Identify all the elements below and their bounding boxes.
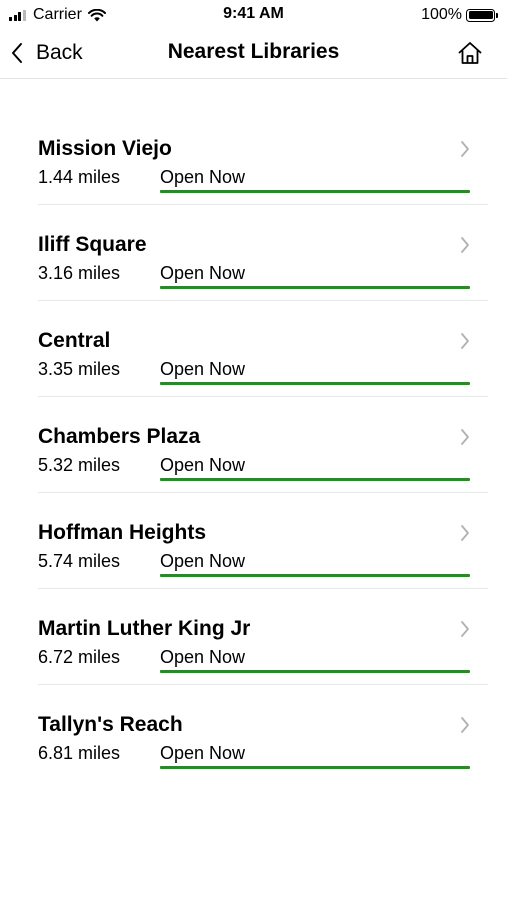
status-right: 100% <box>421 5 498 25</box>
open-status: Open Now <box>160 455 246 475</box>
library-distance: 1.44 miles <box>38 167 121 187</box>
open-status: Open Now <box>160 167 246 187</box>
open-status-underline <box>160 382 470 385</box>
open-status: Open Now <box>160 743 246 763</box>
chevron-right-icon <box>461 237 469 253</box>
list-item[interactable]: Martin Luther King Jr 6.72 miles Open No… <box>38 589 488 685</box>
library-name: Chambers Plaza <box>38 425 201 448</box>
chevron-right-icon <box>461 525 469 541</box>
library-distance: 6.81 miles <box>38 743 121 763</box>
library-distance: 3.16 miles <box>38 263 121 283</box>
open-status-underline <box>160 286 470 289</box>
open-status-underline <box>160 670 470 673</box>
list-item[interactable]: Central 3.35 miles Open Now <box>38 301 488 397</box>
library-distance: 5.74 miles <box>38 551 121 571</box>
chevron-right-icon <box>461 333 469 349</box>
open-status-underline <box>160 478 470 481</box>
library-name: Hoffman Heights <box>38 521 206 544</box>
open-status-underline <box>160 190 470 193</box>
app-screen: Carrier 9:41 AM 100% Back Nearest Librar… <box>0 0 507 900</box>
open-status: Open Now <box>160 551 246 571</box>
open-status: Open Now <box>160 359 246 379</box>
page-title: Nearest Libraries <box>167 40 340 63</box>
list-item[interactable]: Tallyn's Reach 6.81 miles Open Now <box>38 685 488 781</box>
open-status: Open Now <box>160 263 246 283</box>
list-item[interactable]: Iliff Square 3.16 miles Open Now <box>38 205 488 301</box>
library-name: Central <box>38 329 111 352</box>
chevron-right-icon <box>461 429 469 445</box>
chevron-right-icon <box>461 141 469 157</box>
library-list: Mission Viejo 1.44 miles Open Now Iliff … <box>0 109 507 781</box>
open-status: Open Now <box>160 647 246 667</box>
status-bar: Carrier 9:41 AM 100% <box>0 0 507 30</box>
library-distance: 6.72 miles <box>38 647 121 667</box>
list-item[interactable]: Hoffman Heights 5.74 miles Open Now <box>38 493 488 589</box>
open-status-underline <box>160 574 470 577</box>
library-distance: 3.35 miles <box>38 359 121 379</box>
battery-percentage: 100% <box>421 6 462 23</box>
library-name: Tallyn's Reach <box>38 713 183 736</box>
list-item[interactable]: Chambers Plaza 5.32 miles Open Now <box>38 397 488 493</box>
library-name: Mission Viejo <box>38 137 172 160</box>
library-name: Iliff Square <box>38 233 147 256</box>
home-icon[interactable] <box>457 40 483 66</box>
navigation-bar: Back Nearest Libraries <box>0 30 507 79</box>
chevron-right-icon <box>461 621 469 637</box>
open-status-underline <box>160 766 470 769</box>
library-name: Martin Luther King Jr <box>38 617 251 640</box>
library-distance: 5.32 miles <box>38 455 121 475</box>
list-item[interactable]: Mission Viejo 1.44 miles Open Now <box>38 109 488 205</box>
battery-cap <box>496 12 498 18</box>
battery-icon <box>466 8 495 22</box>
chevron-right-icon <box>461 717 469 733</box>
